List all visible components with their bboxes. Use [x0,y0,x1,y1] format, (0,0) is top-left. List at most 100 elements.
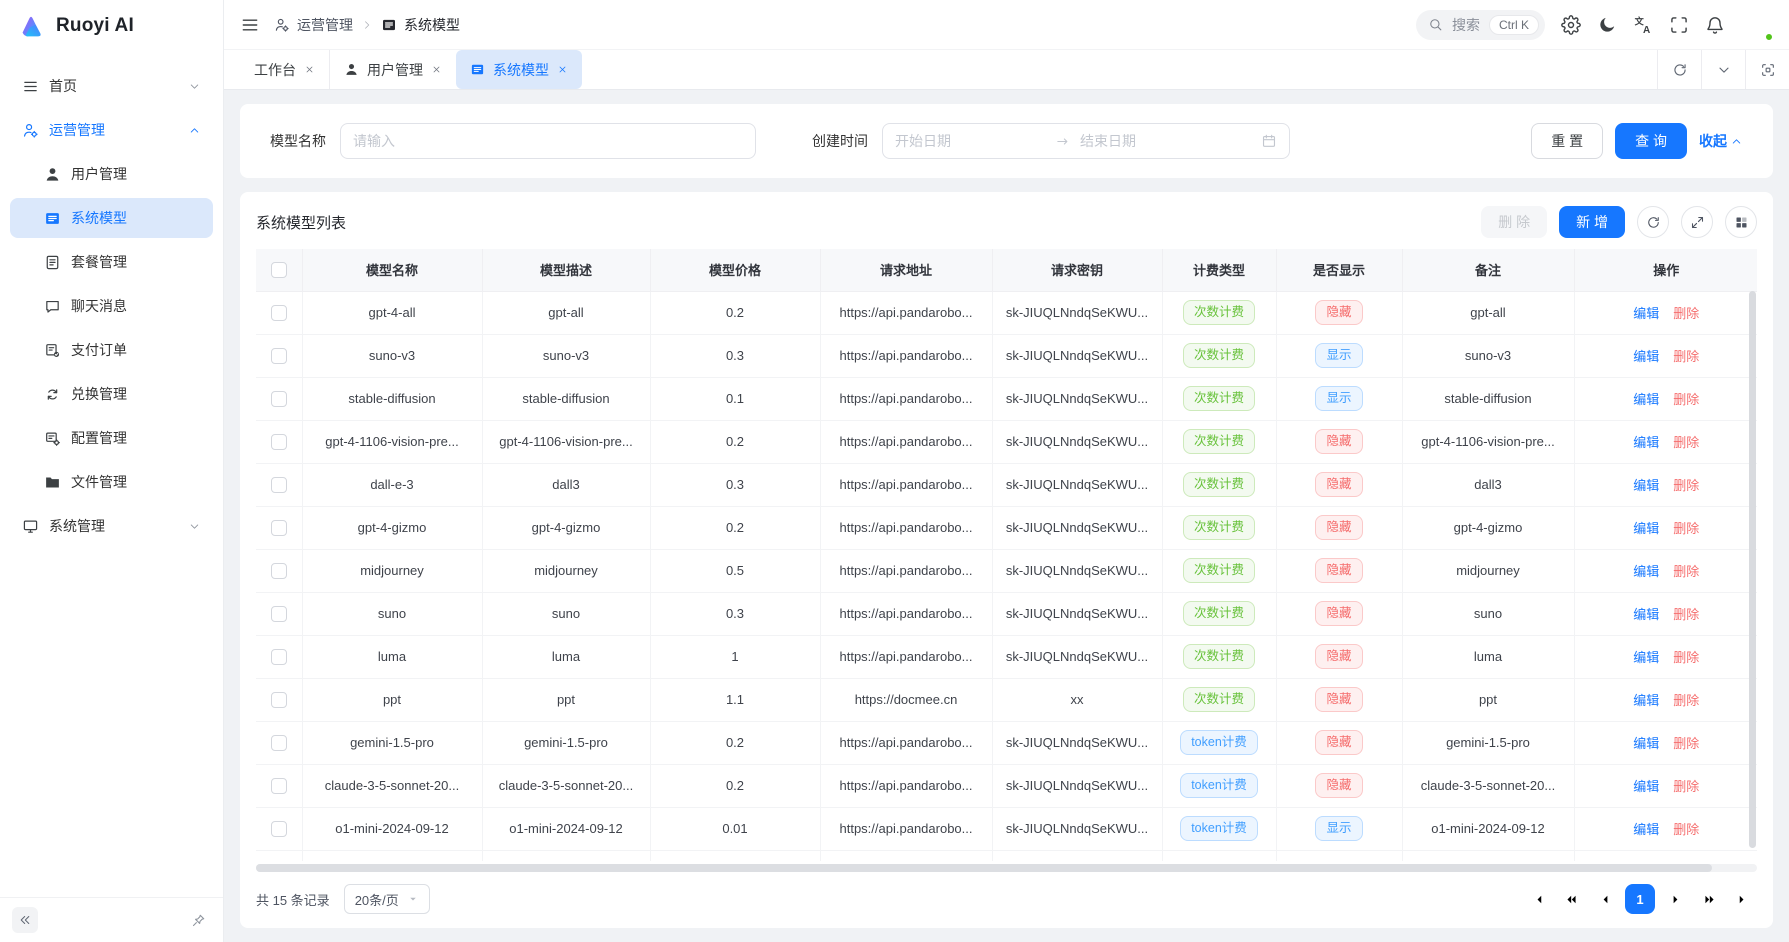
sidebar-item-file-management[interactable]: 文件管理 [10,462,213,502]
delete-link[interactable]: 删除 [1673,607,1699,622]
pagination-last-icon[interactable] [1729,885,1757,913]
delete-link[interactable]: 删除 [1673,306,1699,321]
delete-link[interactable]: 删除 [1673,693,1699,708]
sidebar-item-payment-orders[interactable]: 支付订单 [10,330,213,370]
billing-type-cell: 次数计费 [1162,635,1276,678]
delete-link[interactable]: 删除 [1673,822,1699,837]
delete-link[interactable]: 删除 [1673,349,1699,364]
row-checkbox[interactable] [271,735,287,751]
tab-maximize-button[interactable] [1745,50,1789,89]
sidebar-item-config-management[interactable]: 配置管理 [10,418,213,458]
collapse-filter-link[interactable]: 收起 [1699,131,1743,151]
dark-mode-icon[interactable] [1597,15,1617,35]
main-area: 运营管理 系统模型 搜索 Ctrl K 文A [224,0,1789,942]
sidebar-pin-icon[interactable] [185,907,211,933]
row-checkbox[interactable] [271,778,287,794]
pagination-prev-group-icon[interactable] [1557,885,1585,913]
row-checkbox[interactable] [271,348,287,364]
table-columns-button[interactable] [1725,206,1757,238]
edit-link[interactable]: 编辑 [1633,392,1659,407]
row-checkbox[interactable] [271,606,287,622]
model-name-input[interactable] [340,123,756,159]
table-fullscreen-button[interactable] [1681,206,1713,238]
global-search[interactable]: 搜索 Ctrl K [1416,10,1545,40]
delete-link[interactable]: 删除 [1673,779,1699,794]
sidebar-collapse-icon[interactable] [12,907,38,933]
edit-link[interactable]: 编辑 [1633,435,1659,450]
horizontal-scrollbar[interactable] [256,864,1757,872]
fullscreen-icon[interactable] [1669,15,1689,35]
reset-button[interactable]: 重 置 [1531,123,1603,159]
close-icon[interactable] [304,64,315,75]
delete-link[interactable]: 删除 [1673,478,1699,493]
row-checkbox[interactable] [271,563,287,579]
edit-link[interactable]: 编辑 [1633,736,1659,751]
delete-link[interactable]: 删除 [1673,435,1699,450]
pagination-page-1[interactable]: 1 [1625,884,1655,914]
sidebar-item-operations[interactable]: 运营管理 [10,110,213,150]
vertical-scrollbar[interactable] [1749,291,1756,859]
edit-link[interactable]: 编辑 [1633,478,1659,493]
tab-system-model[interactable]: 系统模型 [456,50,582,89]
sidebar-item-home[interactable]: 首页 [10,66,213,106]
edit-link[interactable]: 编辑 [1633,822,1659,837]
edit-link[interactable]: 编辑 [1633,779,1659,794]
sidebar-item-user-management[interactable]: 用户管理 [10,154,213,194]
delete-button[interactable]: 删 除 [1481,206,1547,238]
vertical-scrollbar-thumb[interactable] [1749,291,1756,848]
sidebar-item-package-management[interactable]: 套餐管理 [10,242,213,282]
edit-link[interactable]: 编辑 [1633,306,1659,321]
search-button[interactable]: 查 询 [1615,123,1687,159]
create-time-range[interactable]: 开始日期 结束日期 [882,123,1290,159]
delete-link[interactable]: 删除 [1673,392,1699,407]
pagination-first-icon[interactable] [1523,885,1551,913]
sidebar-item-chat-messages[interactable]: 聊天消息 [10,286,213,326]
row-checkbox[interactable] [271,692,287,708]
edit-link[interactable]: 编辑 [1633,650,1659,665]
horizontal-scrollbar-thumb[interactable] [256,864,1712,872]
delete-link[interactable]: 删除 [1673,564,1699,579]
edit-link[interactable]: 编辑 [1633,693,1659,708]
settings-icon[interactable] [1561,15,1581,35]
delete-link[interactable]: 删除 [1673,736,1699,751]
table-title: 系统模型列表 [256,212,346,233]
select-all-checkbox[interactable] [271,262,287,278]
tab-refresh-button[interactable] [1657,50,1701,89]
sidebar-item-system-management[interactable]: 系统管理 [10,506,213,546]
edit-link[interactable]: 编辑 [1633,564,1659,579]
row-checkbox[interactable] [271,305,287,321]
pagination-next-icon[interactable] [1661,885,1689,913]
edit-link[interactable]: 编辑 [1633,521,1659,536]
sidebar-item-exchange-management[interactable]: 兑换管理 [10,374,213,414]
row-checkbox[interactable] [271,391,287,407]
delete-link[interactable]: 删除 [1673,650,1699,665]
row-checkbox[interactable] [271,520,287,536]
delete-link[interactable]: 删除 [1673,521,1699,536]
page-size-select[interactable]: 20条/页 [344,884,430,914]
pagination-prev-icon[interactable] [1591,885,1619,913]
model-price-cell: 0.5 [650,549,820,592]
sidebar-item-system-model[interactable]: 系统模型 [10,198,213,238]
row-checkbox[interactable] [271,434,287,450]
breadcrumb-operations[interactable]: 运营管理 [274,15,353,35]
row-checkbox[interactable] [271,477,287,493]
close-icon[interactable] [557,64,568,75]
pagination-next-group-icon[interactable] [1695,885,1723,913]
sidebar-toggle-icon[interactable] [240,15,260,35]
close-icon[interactable] [431,64,442,75]
user-avatar[interactable] [1741,9,1773,41]
row-checkbox[interactable] [271,821,287,837]
edit-link[interactable]: 编辑 [1633,607,1659,622]
language-icon[interactable]: 文A [1633,15,1653,35]
model-name-cell [302,850,482,861]
row-checkbox[interactable] [271,649,287,665]
edit-link[interactable]: 编辑 [1633,349,1659,364]
breadcrumb-system-model[interactable]: 系统模型 [381,15,460,35]
notifications-icon[interactable] [1705,15,1725,35]
table-refresh-button[interactable] [1637,206,1669,238]
remark-cell: suno-v3 [1402,334,1574,377]
tab-user-management[interactable]: 用户管理 [329,50,456,89]
tab-menu-button[interactable] [1701,50,1745,89]
add-button[interactable]: 新 增 [1559,206,1625,238]
tab-workbench[interactable]: 工作台 [240,50,329,89]
